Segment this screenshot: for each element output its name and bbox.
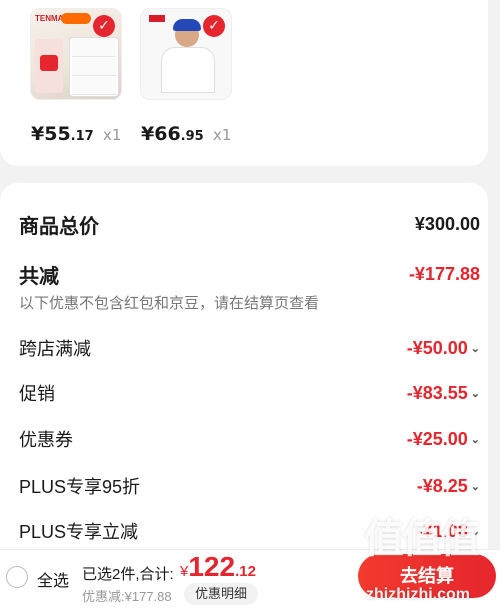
brand-logo: TENMA: [35, 14, 64, 23]
discount-label: 促销: [19, 384, 55, 404]
product-thumbnail-tshirt[interactable]: ✓: [140, 8, 232, 100]
chevron-down-icon[interactable]: ⌄: [471, 480, 480, 493]
discount-value: -¥25.00 ⌄: [406, 428, 480, 449]
discount-row[interactable]: 跨店满减 -¥50.00 ⌄: [19, 335, 480, 361]
reduce-row: 共减 -¥177.88: [19, 260, 480, 289]
reduce-value: -¥177.88: [408, 264, 480, 284]
product-thumbnail-storage[interactable]: TENMA ✓: [30, 8, 122, 100]
check-icon[interactable]: ✓: [203, 15, 225, 37]
total-row: 商品总价 ¥300.00: [19, 210, 480, 239]
selected-count: 已选2件,合计:: [82, 566, 174, 583]
discount-label: 优惠券: [19, 430, 73, 450]
grand-total: ¥122.12: [180, 551, 256, 582]
total-label: 商品总价: [19, 216, 99, 238]
brand-logo: [149, 15, 165, 22]
discount-row[interactable]: 促销 -¥83.55 ⌄: [19, 380, 480, 406]
discount-note: 以下优惠不包含红包和京豆，请在结算页查看: [19, 295, 320, 312]
promo-tag: [61, 13, 91, 24]
discount-row[interactable]: PLUS专享95折 -¥8.25 ⌄: [19, 473, 480, 499]
discount-label: PLUS专享立减: [19, 522, 139, 542]
discount-value: -¥1.08 ⌄: [416, 520, 480, 541]
select-all-radio[interactable]: [6, 566, 28, 588]
saved-amount: 优惠减:¥177.88: [82, 589, 172, 604]
product-card: TENMA ✓ ✓ ¥55.17 x1 ¥66.95 x1: [0, 0, 488, 166]
total-value: ¥300.00: [414, 214, 480, 234]
discount-value: -¥50.00 ⌄: [406, 337, 480, 358]
chevron-down-icon[interactable]: ⌄: [471, 433, 480, 446]
checkout-button[interactable]: 去结算: [358, 554, 496, 598]
product-image-drawers: [69, 37, 119, 97]
discount-value: -¥8.25 ⌄: [416, 475, 480, 496]
discount-row[interactable]: PLUS专享立减 -¥1.08 ⌄: [19, 518, 480, 544]
promo-banner: [35, 39, 63, 93]
discount-value: -¥83.55 ⌄: [406, 382, 480, 403]
product-price: ¥55.17: [31, 123, 94, 145]
product-image-tshirt: [161, 47, 215, 93]
chevron-down-icon[interactable]: ⌄: [471, 387, 480, 400]
discount-label: 跨店满减: [19, 339, 91, 359]
product-image-cap: [173, 19, 201, 31]
product-qty: x1: [213, 126, 232, 144]
discount-label: PLUS专享95折: [19, 477, 141, 497]
discount-row[interactable]: 优惠券 -¥25.00 ⌄: [19, 426, 480, 452]
discount-detail-button[interactable]: 优惠明细: [184, 583, 258, 605]
product-price: ¥66.95: [141, 123, 204, 145]
chevron-down-icon[interactable]: ⌄: [471, 525, 480, 538]
select-all-label[interactable]: 全选: [37, 567, 69, 591]
product-qty: x1: [103, 126, 122, 144]
reduce-label: 共减: [19, 266, 59, 288]
check-icon[interactable]: ✓: [93, 15, 115, 37]
checkout-bar: 全选 已选2件,合计: ¥122.12 优惠减:¥177.88 优惠明细 去结算: [0, 549, 500, 611]
chevron-down-icon[interactable]: ⌄: [471, 342, 480, 355]
